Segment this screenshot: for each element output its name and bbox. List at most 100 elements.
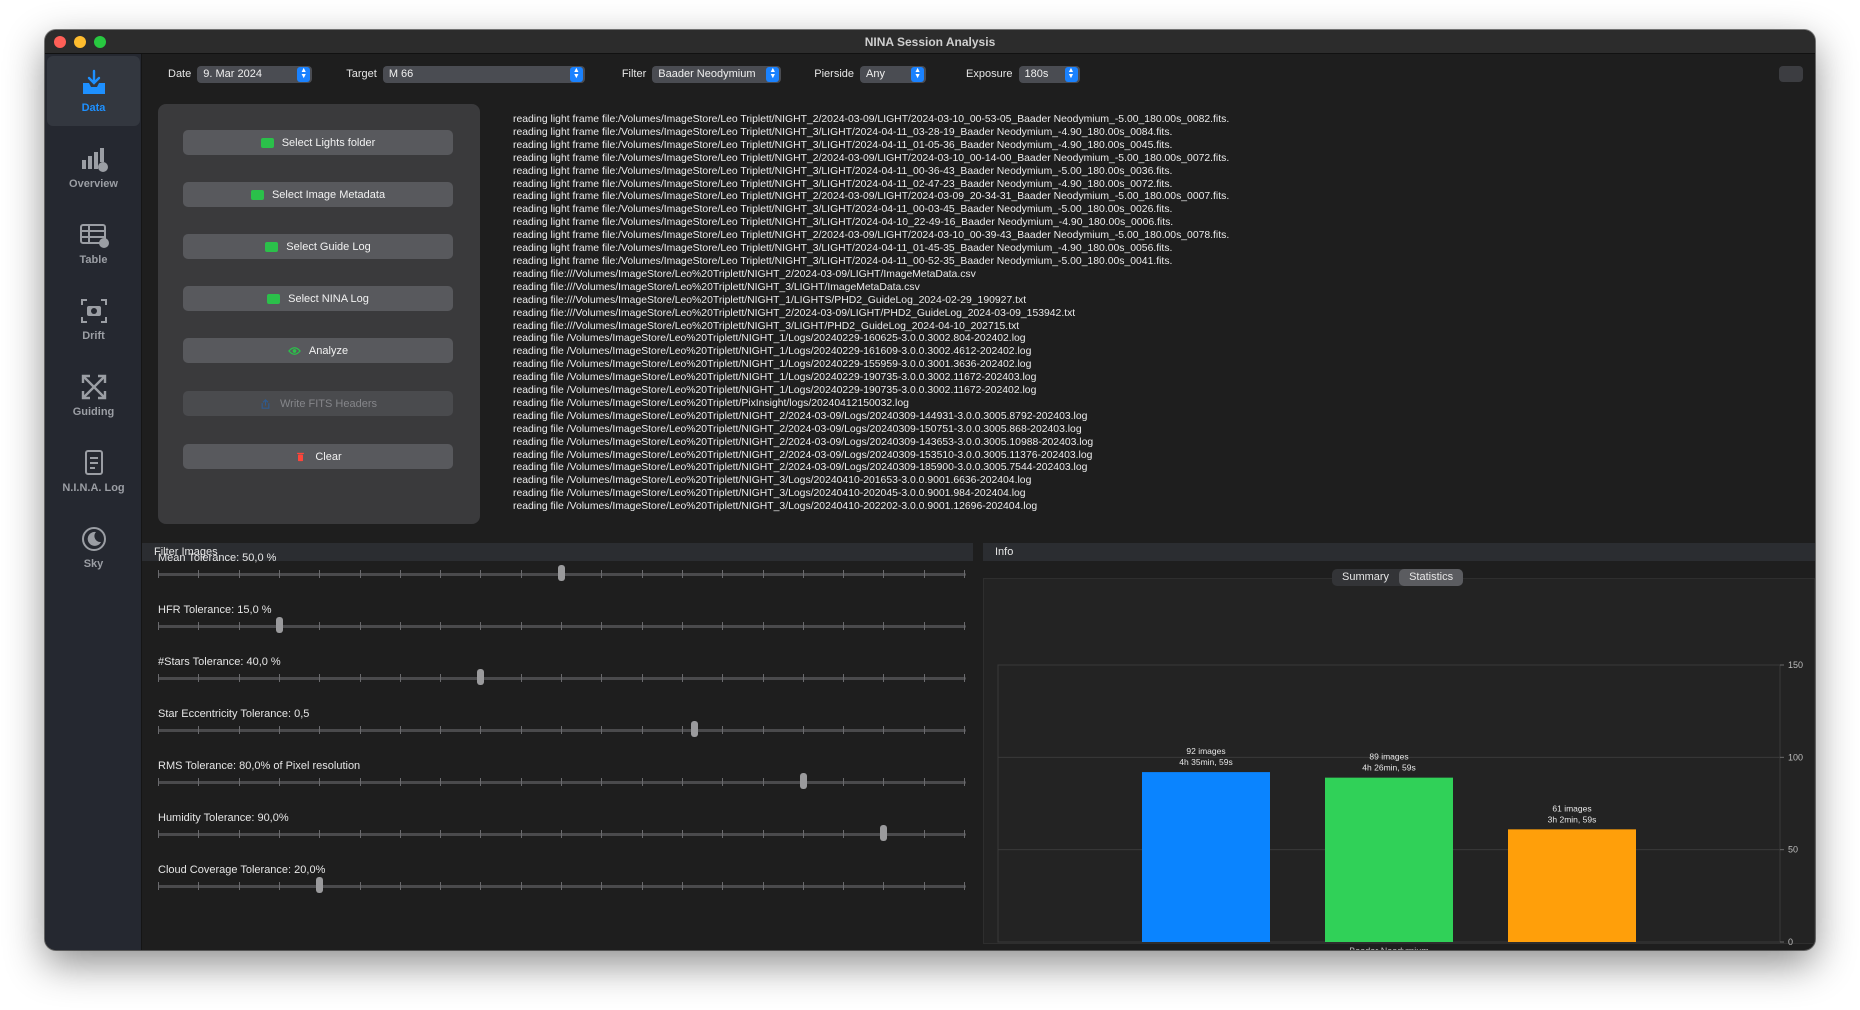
slider-tick <box>802 726 804 734</box>
pierside-select[interactable]: Any ▲ ▼ <box>860 65 927 83</box>
log-line: reading file /Volumes/ImageStore/Leo%20T… <box>513 501 1038 513</box>
slider-thumb[interactable] <box>880 825 888 841</box>
slider-tick <box>641 674 643 682</box>
slider-tick <box>722 674 724 682</box>
button-label: Select Guide Log <box>286 240 371 253</box>
slider-tick <box>238 674 240 682</box>
slider-tick <box>964 622 965 630</box>
slider-tick <box>681 830 683 838</box>
slider-tick <box>480 778 482 786</box>
slider-tick <box>802 830 804 838</box>
slider-tick <box>802 570 804 578</box>
sidebar-item-guiding[interactable]: Guiding <box>47 360 140 430</box>
button-label: Write FITS Headers <box>280 397 377 410</box>
bar-data-label: 4h 35min, 59s <box>1179 757 1232 767</box>
log-line: reading light frame file:/Volumes/ImageS… <box>513 165 1173 177</box>
select-metadata-button[interactable]: Select Image Metadata <box>183 182 453 207</box>
pierside-value: Any <box>866 68 885 80</box>
table-icon <box>79 224 109 248</box>
log-line: reading light frame file:/Volumes/ImageS… <box>513 204 1173 216</box>
y-tick-label: 50 <box>1788 845 1798 855</box>
minimize-window-button[interactable] <box>74 36 86 48</box>
log-line: reading light frame file:/Volumes/ImageS… <box>513 255 1173 267</box>
tab-summary[interactable]: Summary <box>1332 569 1399 586</box>
date-label: Date <box>168 68 192 80</box>
slider-tick <box>923 622 925 630</box>
target-label: Target <box>346 68 377 80</box>
slider-tick <box>923 570 925 578</box>
date-picker[interactable]: 9. Mar 2024 ▲ ▼ <box>197 65 313 83</box>
slider-tick <box>681 726 683 734</box>
sidebar-toggle-icon[interactable] <box>1779 66 1803 82</box>
slider-tick <box>964 570 965 578</box>
slider-tick <box>278 570 280 578</box>
slider-thumb[interactable] <box>275 617 283 633</box>
slider-tick <box>520 674 522 682</box>
slider-tick <box>238 830 240 838</box>
slider-tick <box>198 726 200 734</box>
slider-tick <box>964 778 965 786</box>
select-guide-log-button[interactable]: Select Guide Log <box>183 234 453 259</box>
bar-data-label: 89 images <box>1369 752 1408 762</box>
filter-select[interactable]: Baader Neodymium ▲ ▼ <box>652 65 782 83</box>
slider-thumb[interactable] <box>799 773 807 789</box>
slider-tick <box>520 882 522 890</box>
folder-icon <box>265 241 279 252</box>
pierside-label: Pierside <box>814 68 855 80</box>
slider-tick <box>198 570 200 578</box>
target-select[interactable]: M 66 ▲ ▼ <box>382 65 585 83</box>
slider-tick <box>762 726 764 734</box>
slider-tick <box>561 726 562 734</box>
tab-statistics[interactable]: Statistics <box>1399 569 1464 586</box>
slider-tick <box>319 622 321 630</box>
sidebar-item-data[interactable]: Data <box>47 56 140 126</box>
sidebar-item-nina-log[interactable]: N.I.N.A. Log <box>47 436 140 506</box>
slider-tick <box>158 674 159 682</box>
slider-tick <box>359 882 361 890</box>
slider-tick <box>440 778 442 786</box>
exposure-select[interactable]: 180s ▲ ▼ <box>1018 65 1080 83</box>
maximize-window-button[interactable] <box>94 36 106 48</box>
slider-tick <box>883 570 885 578</box>
analyze-button[interactable]: Analyze <box>183 338 453 363</box>
slider-tick <box>198 778 200 786</box>
slider-thumb[interactable] <box>558 565 565 581</box>
sidebar-item-label: Guiding <box>72 406 115 418</box>
slider-tick <box>923 674 925 682</box>
slider-thumb[interactable] <box>316 877 324 893</box>
slider-tick <box>319 674 321 682</box>
arrows-cross-icon <box>81 374 106 400</box>
sidebar-item-drift[interactable]: Drift <box>47 284 140 354</box>
chevron-updown-icon: ▲ ▼ <box>911 66 925 82</box>
filter-label: Filter <box>621 68 647 80</box>
clear-button[interactable]: Clear <box>183 444 453 469</box>
slider-tick <box>238 570 240 578</box>
slider-tick <box>601 830 603 838</box>
select-lights-button[interactable]: Select Lights folder <box>183 130 453 155</box>
y-tick-label: 100 <box>1788 752 1803 762</box>
slider-tick <box>561 778 562 786</box>
sidebar-item-overview[interactable]: Overview <box>47 132 140 202</box>
write-fits-headers-button[interactable]: Write FITS Headers <box>183 391 453 416</box>
slider-tick <box>278 726 280 734</box>
select-nina-log-button[interactable]: Select NINA Log <box>183 286 453 311</box>
button-label: Analyze <box>308 344 349 357</box>
slider-tick <box>198 674 200 682</box>
sidebar-item-table[interactable]: Table <box>47 208 140 278</box>
slider-tick <box>480 726 482 734</box>
close-window-button[interactable] <box>54 36 66 48</box>
sidebar-item-sky[interactable]: Sky <box>47 512 140 582</box>
log-line: reading file:///Volumes/ImageStore/Leo%2… <box>513 281 920 293</box>
tolerance-slider-row: RMS Tolerance: 80,0% of Pixel resolution <box>158 760 968 812</box>
y-tick-label: 0 <box>1788 937 1793 947</box>
slider-tick <box>601 570 603 578</box>
slider-thumb[interactable] <box>477 669 485 685</box>
slider-thumb[interactable] <box>690 721 698 737</box>
slider-tick <box>843 570 845 578</box>
slider-tick <box>923 726 925 734</box>
log-line: reading file /Volumes/ImageStore/Leo%20T… <box>513 372 1037 384</box>
bar <box>1142 772 1270 942</box>
bar-data-label: 3h 2min, 59s <box>1548 814 1597 824</box>
slider-label: Star Eccentricity Tolerance: 0,5 <box>158 708 310 720</box>
log-line: reading file /Volumes/ImageStore/Leo%20T… <box>513 410 1088 422</box>
